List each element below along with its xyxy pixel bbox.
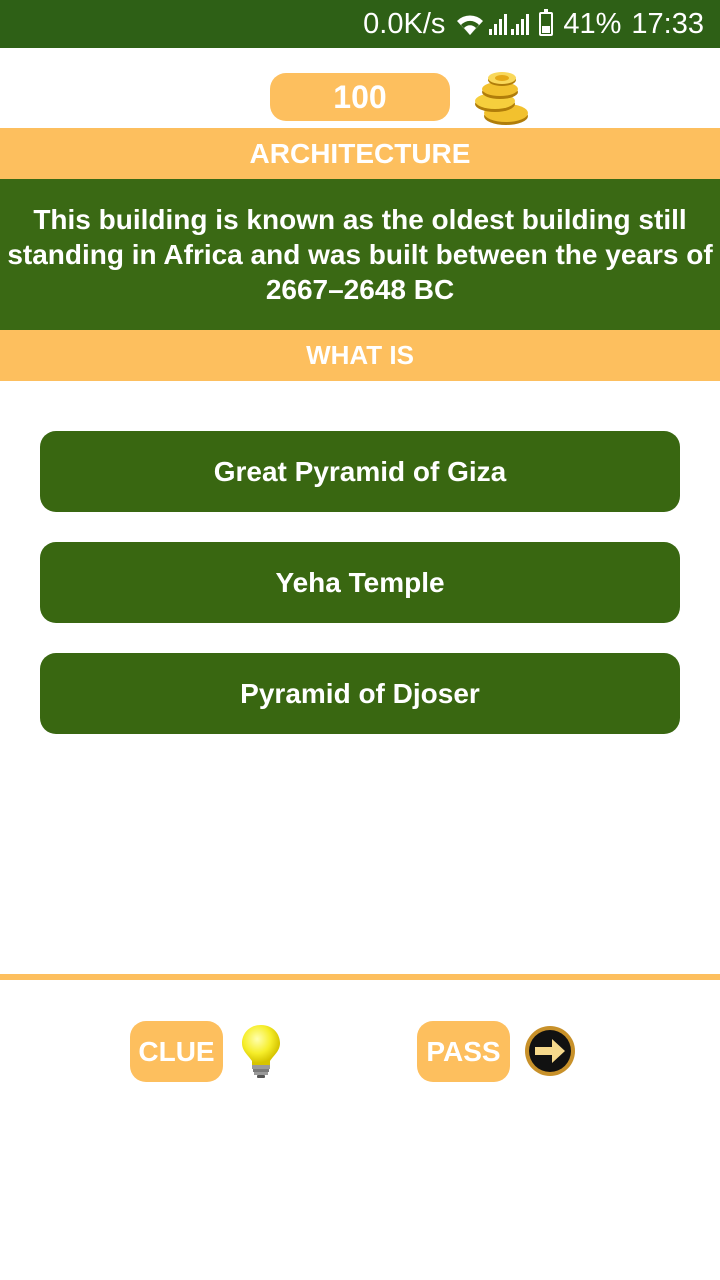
battery-percent: 41% bbox=[563, 7, 622, 40]
question-text: This building is known as the oldest bui… bbox=[7, 204, 713, 305]
signal-icon bbox=[489, 13, 508, 35]
prompt-text: WHAT IS bbox=[306, 340, 414, 370]
answer-option-3[interactable]: Pyramid of Djoser bbox=[40, 653, 680, 734]
gold-coins-icon bbox=[470, 70, 532, 133]
prompt-banner: WHAT IS bbox=[0, 330, 720, 381]
wifi-icon bbox=[455, 11, 485, 37]
status-bar: 0.0K/s 41% 17:33 bbox=[0, 0, 720, 48]
coin-count: 100 bbox=[270, 73, 450, 121]
category-title: ARCHITECTURE bbox=[249, 137, 471, 169]
battery-fill bbox=[542, 26, 551, 33]
coin-balance-row: 100 bbox=[0, 72, 720, 128]
pass-button[interactable]: PASS bbox=[417, 1021, 510, 1082]
footer-divider bbox=[0, 974, 720, 980]
signal-icon bbox=[511, 13, 530, 35]
answer-option-2[interactable]: Yeha Temple bbox=[40, 542, 680, 623]
lightbulb-icon[interactable] bbox=[238, 1023, 284, 1084]
clue-button[interactable]: CLUE bbox=[130, 1021, 223, 1082]
arrow-right-icon[interactable] bbox=[523, 1024, 577, 1083]
category-banner: ARCHITECTURE bbox=[0, 128, 720, 179]
network-speed: 0.0K/s bbox=[363, 7, 446, 40]
battery-icon bbox=[539, 9, 554, 36]
clock-time: 17:33 bbox=[631, 7, 704, 40]
answer-option-1[interactable]: Great Pyramid of Giza bbox=[40, 431, 680, 512]
question-panel: This building is known as the oldest bui… bbox=[0, 179, 720, 330]
